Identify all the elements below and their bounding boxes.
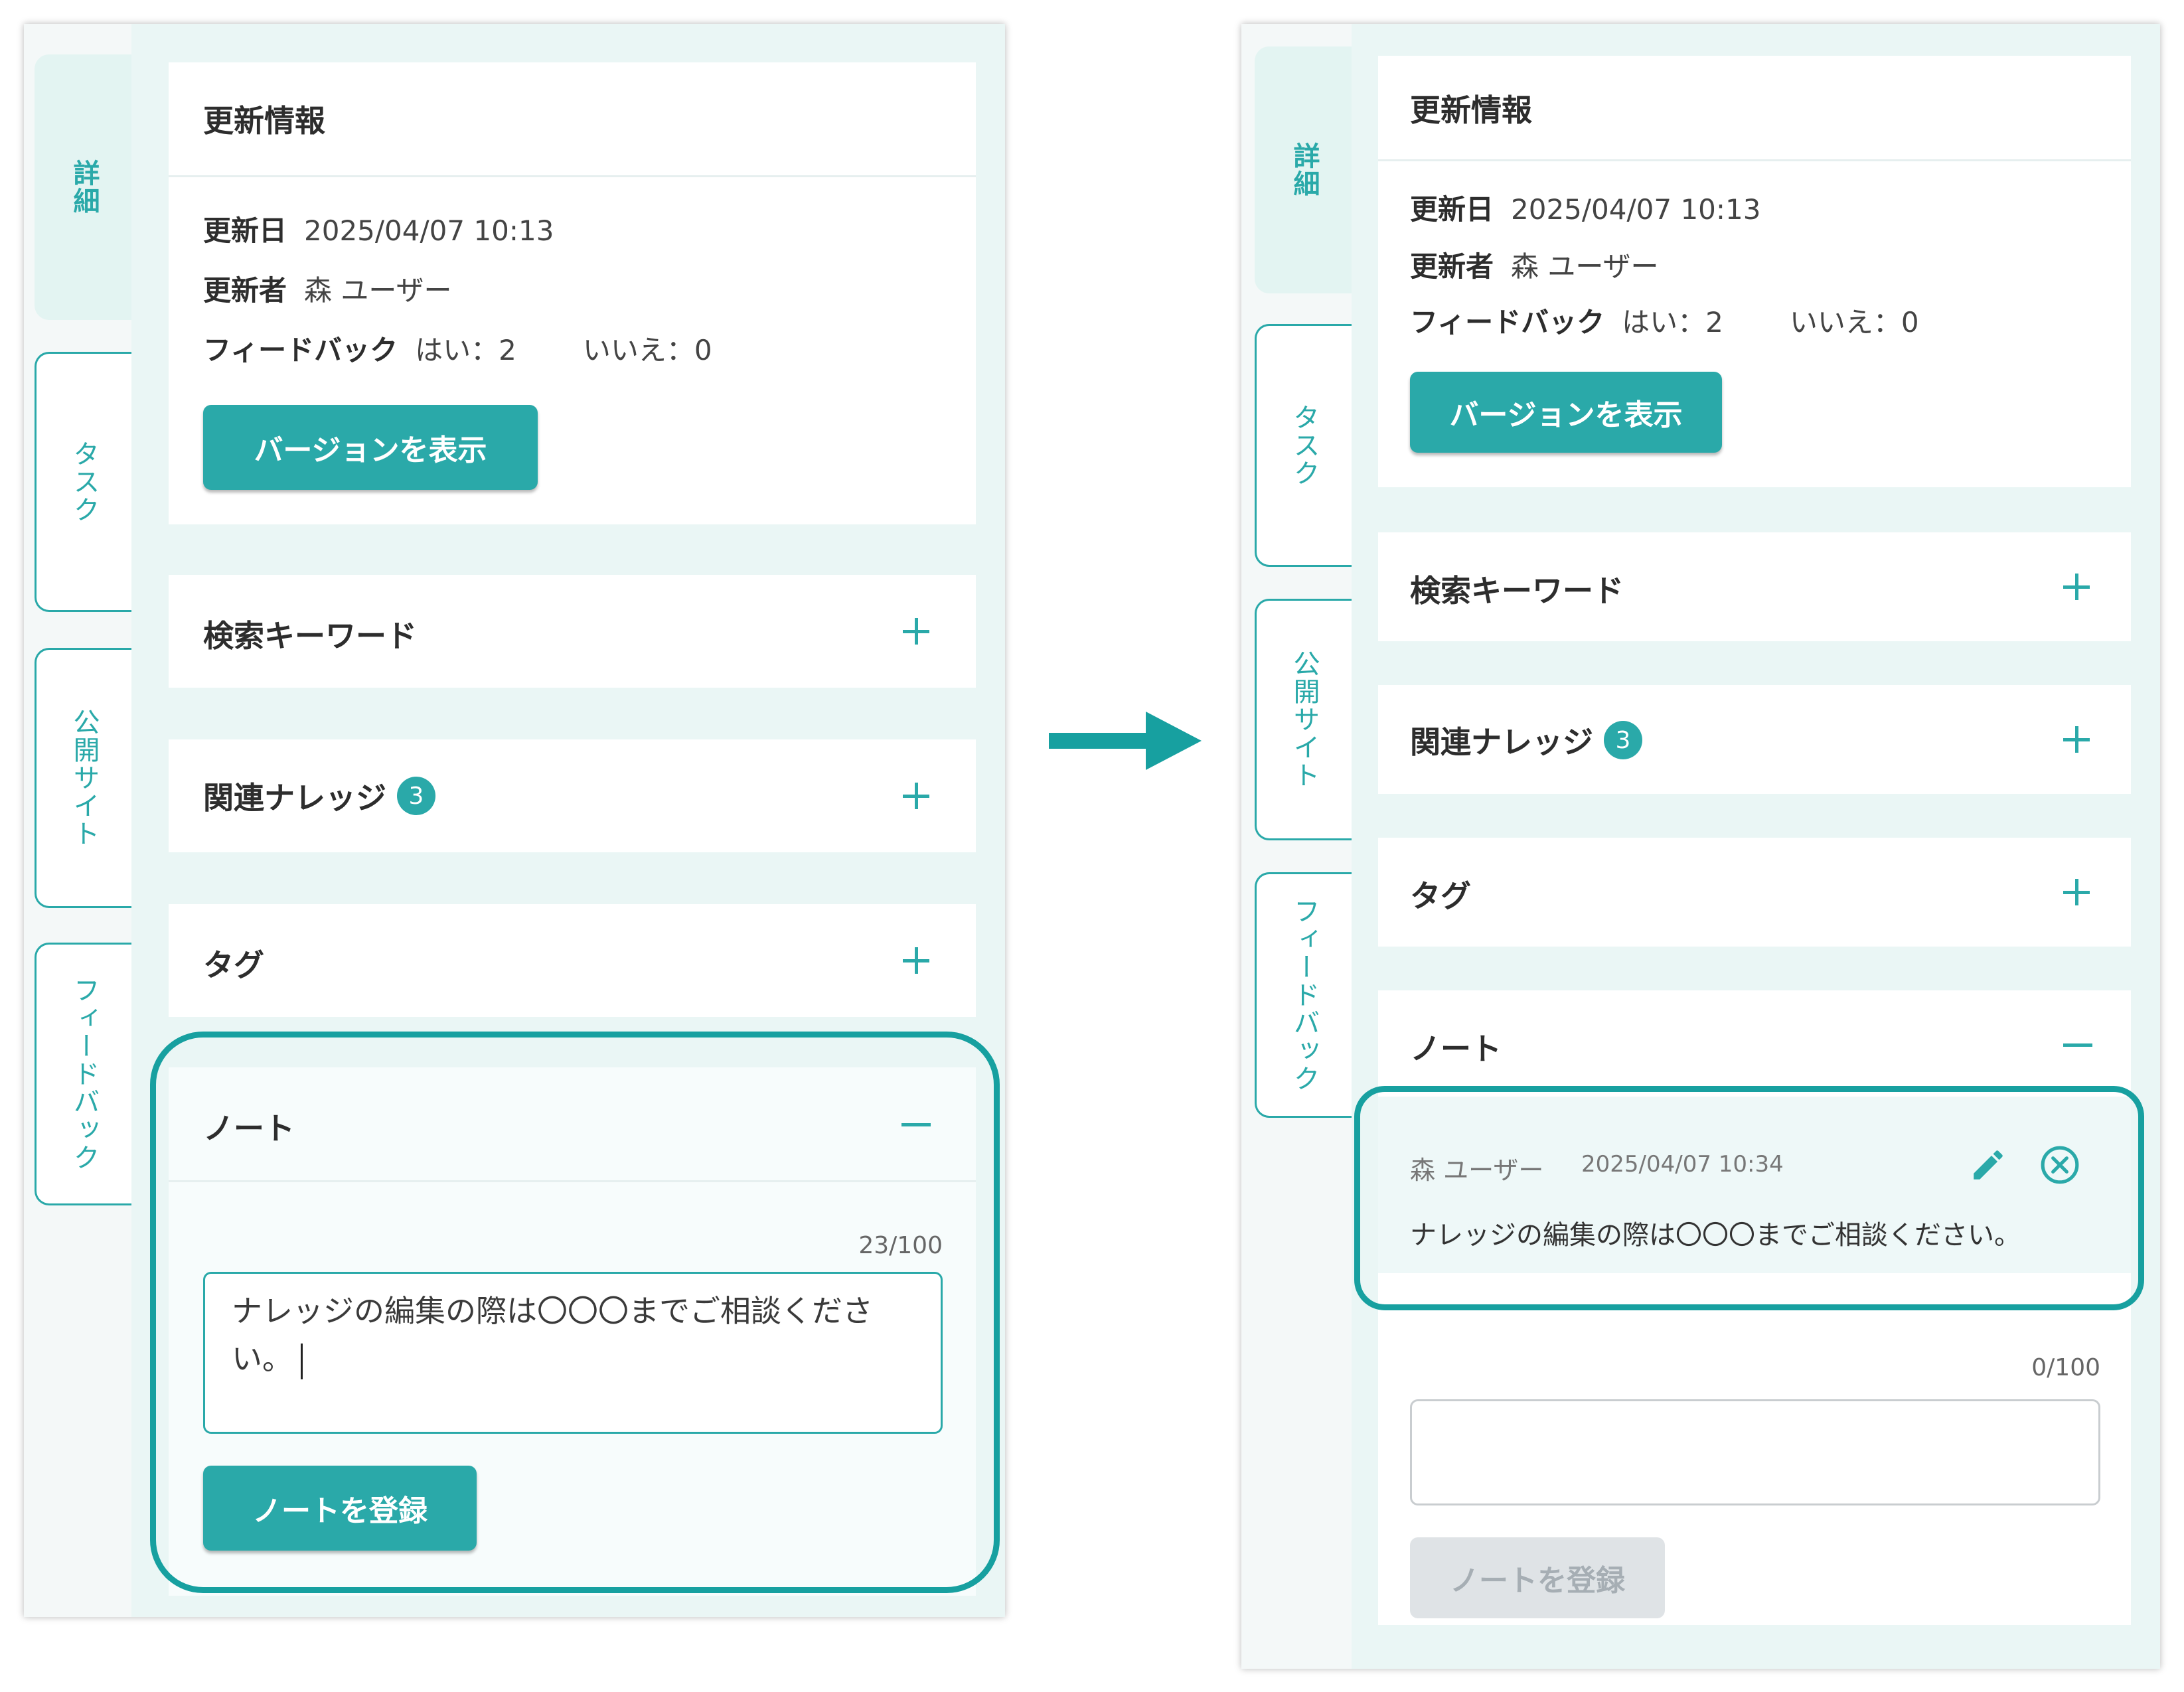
divider [169, 1180, 976, 1182]
updated-date-label: 更新日 [203, 214, 287, 247]
tab-label: タスク [1288, 404, 1320, 487]
tab-label: 詳細 [68, 159, 100, 215]
tab-label: 公開サイト [68, 708, 100, 848]
note-input[interactable]: ナレッジの編集の際は〇〇〇までご相談くださ い。 [203, 1272, 943, 1434]
tags-title: タグ [203, 947, 264, 983]
show-version-button[interactable]: バージョンを表示 [1410, 372, 1722, 453]
note-input[interactable] [1410, 1399, 2100, 1505]
count-badge: 3 [1604, 721, 1642, 759]
divider [169, 175, 976, 177]
tab-public-site[interactable]: 公開サイト [35, 648, 131, 908]
tags-card[interactable]: タグ [169, 904, 976, 1017]
tags-card[interactable]: タグ [1378, 838, 2131, 947]
search-keywords-card[interactable]: 検索キーワード [169, 575, 976, 688]
related-knowledge-label: 関連ナレッジ [1410, 724, 1593, 760]
note-entry-author: 森 ユーザー [1410, 1156, 1544, 1185]
updater-row: 更新者 森 ユーザー [203, 268, 452, 309]
updater-label: 更新者 [1410, 250, 1494, 283]
note-char-counter: 0/100 [2031, 1354, 2100, 1381]
register-note-button[interactable]: ノートを登録 [203, 1466, 477, 1551]
tab-label: フィードバック [68, 976, 100, 1172]
tab-feedback[interactable]: フィードバック [1255, 872, 1352, 1118]
plus-icon[interactable] [903, 783, 929, 809]
update-info-card: 更新情報 更新日 2025/04/07 10:13 更新者 森 ユーザー フィー… [1378, 56, 2131, 487]
update-info-title: 更新情報 [1410, 92, 1532, 128]
updated-date-row: 更新日 2025/04/07 10:13 [203, 208, 554, 249]
plus-icon[interactable] [903, 947, 929, 974]
updater-row: 更新者 森 ユーザー [1410, 244, 1659, 285]
note-input-line: い。 [232, 1335, 914, 1383]
tab-tasks[interactable]: タスク [1255, 324, 1352, 567]
note-title: ノート [203, 1111, 295, 1146]
related-knowledge-card[interactable]: 関連ナレッジ 3 [1378, 685, 2131, 794]
feedback-yes: はい：2 [1622, 306, 1723, 339]
register-note-button[interactable]: ノートを登録 [1410, 1537, 1665, 1618]
feedback-no: いいえ：0 [582, 334, 712, 366]
updater-value: 森 ユーザー [304, 274, 452, 307]
updater-value: 森 ユーザー [1511, 250, 1659, 283]
feedback-row: フィードバック はい：2 いいえ：0 [203, 328, 712, 368]
note-card: ノート 森 ユーザー 2025/04/07 10:34 ナレッジの編集の際は〇〇… [1378, 990, 2131, 1625]
feedback-yes: はい：2 [415, 334, 516, 366]
updated-date-row: 更新日 2025/04/07 10:13 [1410, 187, 1760, 228]
plus-icon[interactable] [2063, 574, 2090, 600]
tab-label: 詳細 [1288, 142, 1320, 198]
after-panel: 詳細 タスク 公開サイト フィードバック 更新情報 更新日 2025/04/07… [1241, 24, 2160, 1669]
minus-icon[interactable] [2063, 1043, 2092, 1047]
tab-label: 公開サイト [1288, 650, 1320, 789]
note-title: ノート [1410, 1031, 1502, 1067]
note-char-counter: 23/100 [858, 1232, 943, 1259]
note-entry-time: 2025/04/07 10:34 [1581, 1151, 1784, 1178]
tab-label: フィードバック [1288, 897, 1320, 1093]
related-knowledge-label: 関連ナレッジ [203, 780, 386, 816]
updated-date-value: 2025/04/07 10:13 [304, 214, 554, 247]
updater-label: 更新者 [203, 274, 287, 307]
circle-x-icon[interactable] [2039, 1144, 2080, 1186]
plus-icon[interactable] [2063, 879, 2090, 905]
pencil-icon[interactable] [1969, 1146, 2007, 1184]
note-input-line-2: い。 [232, 1341, 293, 1377]
tab-feedback[interactable]: フィードバック [35, 943, 131, 1205]
updated-date-value: 2025/04/07 10:13 [1511, 193, 1761, 226]
text-caret [301, 1343, 303, 1379]
count-badge: 3 [397, 777, 435, 815]
divider [1378, 159, 2131, 161]
feedback-label: フィードバック [1410, 306, 1605, 339]
note-entry: 森 ユーザー 2025/04/07 10:34 ナレッジの編集の際は〇〇〇までご… [1378, 1097, 2131, 1273]
related-knowledge-title: 関連ナレッジ 3 [203, 774, 435, 818]
search-keywords-title: 検索キーワード [1410, 573, 1624, 609]
tab-label: タスク [68, 440, 100, 524]
feedback-no: いいえ：0 [1789, 306, 1919, 339]
update-info-title: 更新情報 [203, 103, 325, 139]
update-info-card: 更新情報 更新日 2025/04/07 10:13 更新者 森 ユーザー フィー… [169, 62, 976, 524]
tags-title: タグ [1410, 878, 1471, 914]
show-version-button[interactable]: バージョンを表示 [203, 405, 538, 490]
note-entry-text: ナレッジの編集の際は〇〇〇までご相談ください。 [1410, 1220, 2021, 1251]
related-knowledge-card[interactable]: 関連ナレッジ 3 [169, 739, 976, 852]
plus-icon[interactable] [903, 618, 929, 645]
feedback-row: フィードバック はい：2 いいえ：0 [1410, 300, 1919, 341]
tab-details[interactable]: 詳細 [1255, 46, 1352, 293]
plus-icon[interactable] [2063, 726, 2090, 753]
related-knowledge-title: 関連ナレッジ 3 [1410, 718, 1642, 762]
note-input-line: ナレッジの編集の際は〇〇〇までご相談くださ [232, 1293, 873, 1329]
updated-date-label: 更新日 [1410, 193, 1494, 226]
before-panel: 詳細 タスク 公開サイト フィードバック 更新情報 更新日 2025/04/07… [24, 24, 1005, 1617]
note-card: ノート 23/100 ナレッジの編集の際は〇〇〇までご相談くださ い。 ノートを… [169, 1067, 976, 1596]
tab-details[interactable]: 詳細 [35, 54, 131, 320]
search-keywords-card[interactable]: 検索キーワード [1378, 532, 2131, 641]
tab-tasks[interactable]: タスク [35, 352, 131, 612]
minus-icon[interactable] [901, 1123, 931, 1126]
right-arrow-icon [1049, 712, 1202, 770]
search-keywords-title: 検索キーワード [203, 618, 417, 654]
tab-public-site[interactable]: 公開サイト [1255, 599, 1352, 840]
feedback-label: フィードバック [203, 334, 398, 366]
